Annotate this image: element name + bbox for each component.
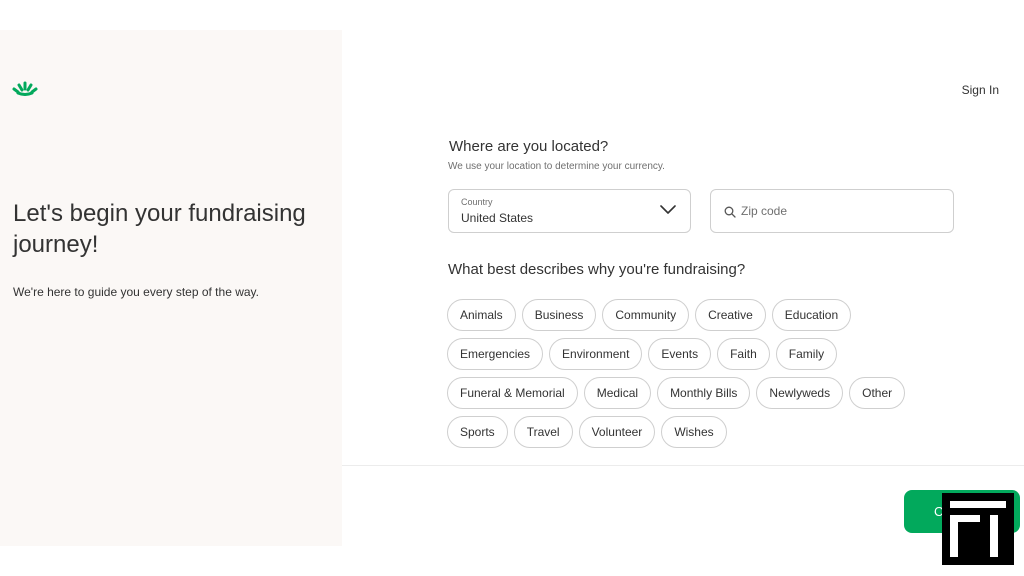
sprout-logo-icon [12, 81, 38, 96]
chip-newlyweds[interactable]: Newlyweds [756, 377, 844, 409]
chip-row: Animals Business Community Creative Educ… [447, 299, 967, 331]
country-value: United States [461, 211, 534, 225]
country-label: Country [461, 197, 493, 207]
zip-code-input[interactable] [741, 200, 941, 222]
chip-medical[interactable]: Medical [583, 377, 652, 409]
footer-divider [342, 465, 1024, 466]
reason-question: What best describes why you're fundraisi… [448, 261, 746, 278]
chip-faith[interactable]: Faith [717, 338, 770, 370]
chip-emergencies[interactable]: Emergencies [447, 338, 544, 370]
chip-row: Emergencies Environment Events Faith Fam… [447, 338, 967, 370]
chip-animals[interactable]: Animals [447, 299, 516, 331]
chevron-down-icon [660, 205, 676, 214]
chip-business[interactable]: Business [521, 299, 597, 331]
chip-monthly-bills[interactable]: Monthly Bills [657, 377, 751, 409]
intro-panel: Let's begin your fundraising journey! We… [0, 30, 342, 546]
search-icon [724, 206, 736, 218]
zip-code-field[interactable] [710, 189, 954, 233]
chip-volunteer[interactable]: Volunteer [578, 416, 656, 448]
chip-environment[interactable]: Environment [549, 338, 643, 370]
location-question: Where are you located? [449, 138, 609, 155]
chip-education[interactable]: Education [771, 299, 852, 331]
category-chip-group: Animals Business Community Creative Educ… [447, 299, 967, 455]
form-panel: Sign In Where are you located? We use yo… [342, 30, 1024, 546]
chip-events[interactable]: Events [648, 338, 712, 370]
page-title: Let's begin your fundraising journey! [13, 200, 306, 258]
sign-in-link[interactable]: Sign In [962, 83, 999, 97]
chip-funeral-memorial[interactable]: Funeral & Memorial [447, 377, 578, 409]
watermark-logo-icon [942, 493, 1014, 565]
chip-row: Sports Travel Volunteer Wishes [447, 416, 967, 448]
chip-creative[interactable]: Creative [695, 299, 766, 331]
chip-travel[interactable]: Travel [513, 416, 573, 448]
chip-other[interactable]: Other [849, 377, 906, 409]
chip-family[interactable]: Family [775, 338, 838, 370]
chip-sports[interactable]: Sports [447, 416, 508, 448]
chip-row: Funeral & Memorial Medical Monthly Bills… [447, 377, 967, 409]
intro-subtitle: We're here to guide you every step of th… [13, 285, 259, 299]
chip-wishes[interactable]: Wishes [661, 416, 727, 448]
location-helper-text: We use your location to determine your c… [448, 161, 665, 172]
country-select[interactable]: Country United States [448, 189, 691, 233]
chip-community[interactable]: Community [602, 299, 690, 331]
onboarding-frame: Let's begin your fundraising journey! We… [0, 30, 1024, 546]
